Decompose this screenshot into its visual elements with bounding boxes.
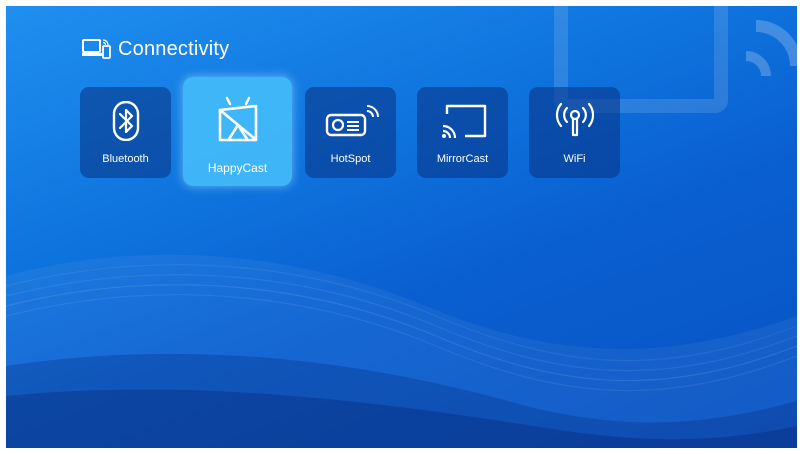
wifi-antenna-icon [545,101,605,141]
page-header: Connectivity [82,34,229,64]
tile-label-happycast: HappyCast [207,161,268,175]
connectivity-screen: Connectivity Bluetooth HappyCast HotSpot… [6,6,797,448]
cast-screen-icon [433,101,493,141]
tile-bluetooth[interactable]: Bluetooth [80,87,171,178]
tile-label-bluetooth: Bluetooth [102,153,149,165]
background-decoration [6,6,797,448]
tile-happycast[interactable]: HappyCast [183,77,292,186]
projector-hotspot-icon [321,101,381,141]
page-title: Connectivity [118,37,230,60]
tile-mirrorcast[interactable]: MirrorCast [417,87,508,178]
tile-wifi[interactable]: WiFi [529,87,620,178]
tile-label-wifi: WiFi [563,153,586,165]
tile-label-hotspot: HotSpot [330,153,371,165]
happycast-icon [203,95,273,145]
tile-label-mirrorcast: MirrorCast [436,153,489,165]
tile-hotspot[interactable]: HotSpot [305,87,396,178]
connectivity-icon [82,36,112,62]
bluetooth-icon [96,101,156,141]
